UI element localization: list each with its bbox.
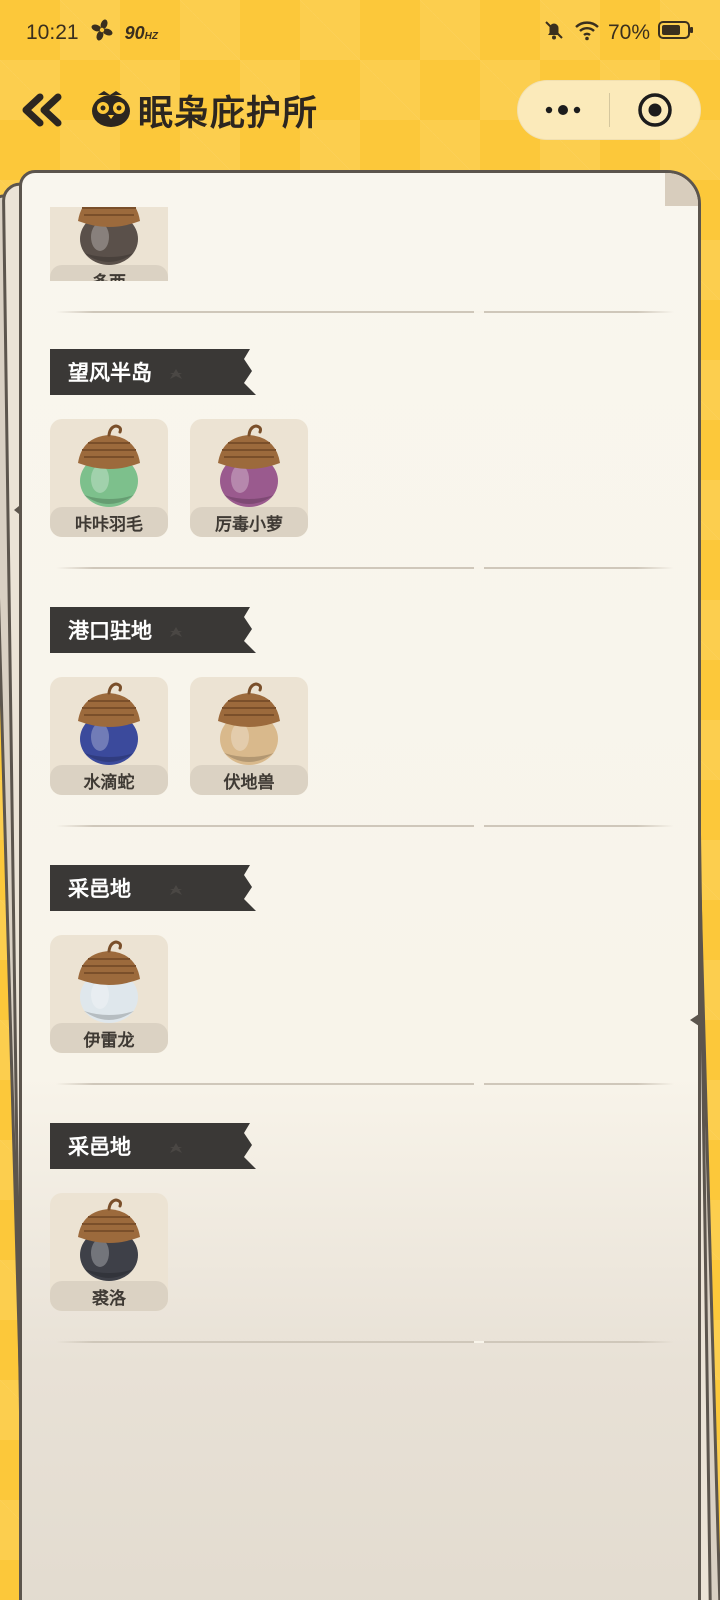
owl-logo-icon: [88, 85, 134, 136]
pet-card[interactable]: 厉毒小萝: [190, 419, 308, 537]
section-title-text: 港口驻地: [68, 620, 152, 643]
wifi-icon: [574, 19, 600, 47]
acorn-pet-icon: [78, 424, 140, 507]
pet-name: 伊雷龙: [50, 1023, 168, 1053]
refresh-rate-unit: HZ: [144, 30, 158, 42]
page-title-group: 眠枭庇护所: [88, 84, 318, 136]
section-title: 望风半岛: [50, 349, 256, 395]
battery-percent: 70%: [607, 21, 650, 44]
section-divider: [56, 1341, 674, 1343]
pet-card[interactable]: 伊雷龙: [50, 935, 168, 1053]
status-time: 10:21: [26, 21, 79, 44]
more-dots-icon: [546, 105, 581, 115]
acorn-pet-icon: [78, 682, 140, 765]
more-button[interactable]: [518, 80, 609, 140]
page-title: 眠枭庇护所: [138, 93, 319, 133]
paper-corner-fold: [665, 173, 698, 206]
pet-name: 厉毒小萝: [190, 507, 308, 537]
refresh-rate: 90HZ: [125, 23, 158, 44]
section-title: 港口驻地: [50, 607, 256, 653]
pet-name: 多西: [50, 265, 168, 281]
status-bar: 10:21 90HZ 70%: [0, 0, 720, 66]
battery-icon: [658, 20, 694, 46]
double-chevron-left-icon: [22, 93, 62, 127]
section-divider: [56, 311, 674, 313]
pet-card[interactable]: 裘洛: [50, 1193, 168, 1311]
close-miniprogram-button[interactable]: [610, 80, 701, 140]
acorn-pet-icon: [78, 940, 140, 1023]
target-circle-icon: [638, 93, 672, 127]
refresh-rate-value: 90: [124, 22, 145, 43]
pet-name: 伏地兽: [190, 765, 308, 795]
pet-name: 咔咔羽毛: [50, 507, 168, 537]
section-title-text: 采邑地: [68, 878, 131, 901]
section-title: 采邑地: [50, 865, 256, 911]
section-title-text: 望风半岛: [68, 362, 152, 385]
miniprogram-capsule: [517, 80, 701, 140]
pet-card[interactable]: 多西: [50, 207, 168, 281]
pet-card[interactable]: 咔咔羽毛: [50, 419, 168, 537]
section-divider: [56, 1083, 674, 1085]
acorn-pet-icon: [218, 424, 280, 507]
pet-name: 裘洛: [50, 1281, 168, 1311]
acorn-pet-icon: [78, 1198, 140, 1281]
acorn-pet-icon: [218, 682, 280, 765]
pet-card[interactable]: 水滴蛇: [50, 677, 168, 795]
pet-name: 水滴蛇: [50, 765, 168, 795]
fan-icon: [91, 19, 113, 47]
acorn-pet-icon: [78, 207, 140, 265]
pet-card[interactable]: 伏地兽: [190, 677, 308, 795]
header: 眠枭庇护所: [0, 78, 720, 142]
section-title-text: 采邑地: [68, 1136, 131, 1159]
section-title: 采邑地: [50, 1123, 256, 1169]
section-divider: [56, 825, 674, 827]
mute-bell-icon: [542, 18, 566, 48]
shelter-list-panel[interactable]: 多西 望风半岛 咔咔羽毛 厉毒小萝 港口驻地: [19, 170, 701, 1600]
back-button[interactable]: [18, 88, 66, 132]
section-divider: [56, 567, 674, 569]
